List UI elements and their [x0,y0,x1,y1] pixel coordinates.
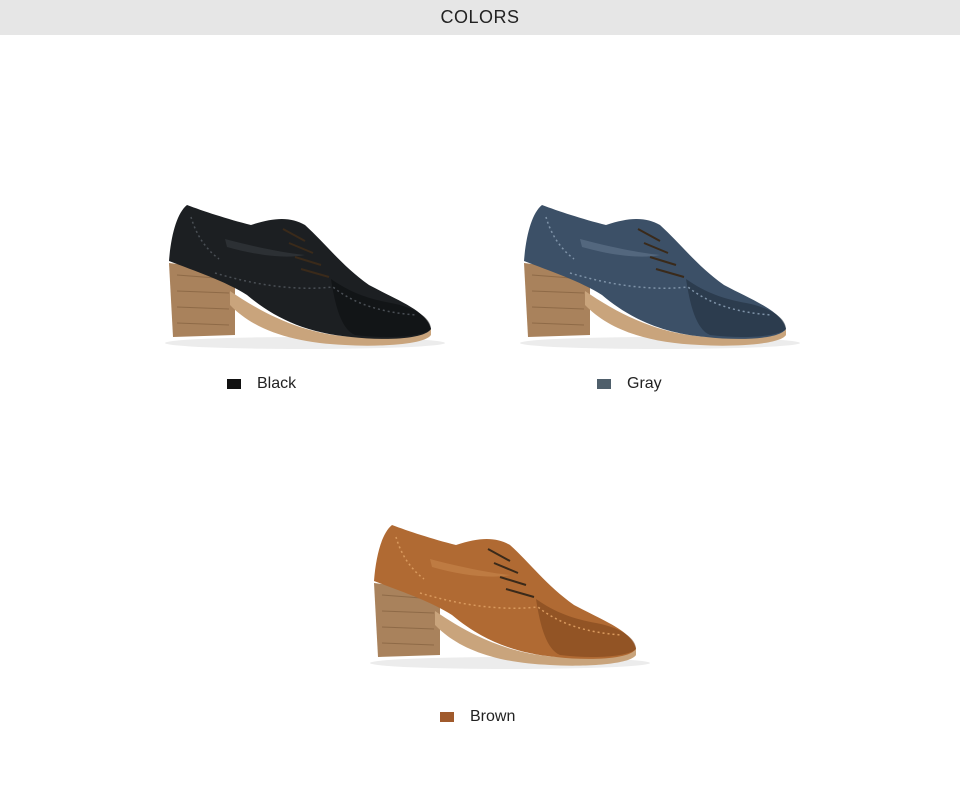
color-swatch-gray [597,379,611,389]
shoe-image-black [155,195,445,355]
color-name: Gray [627,375,662,392]
shoe-illustration [165,205,445,349]
color-name: Black [257,375,297,392]
color-label-black: Black [227,374,296,394]
color-label-gray: Gray [597,374,662,394]
color-label-brown: Brown [440,707,515,727]
shoe-image-brown [360,515,650,675]
shoe-illustration [520,205,800,349]
page-title: COLORS [440,7,520,27]
shoe-image-gray [510,195,800,355]
color-swatch-brown [440,712,454,722]
color-name: Brown [470,708,516,725]
header-bar: COLORS [0,0,960,35]
shoe-illustration [370,525,650,669]
color-swatch-black [227,379,241,389]
